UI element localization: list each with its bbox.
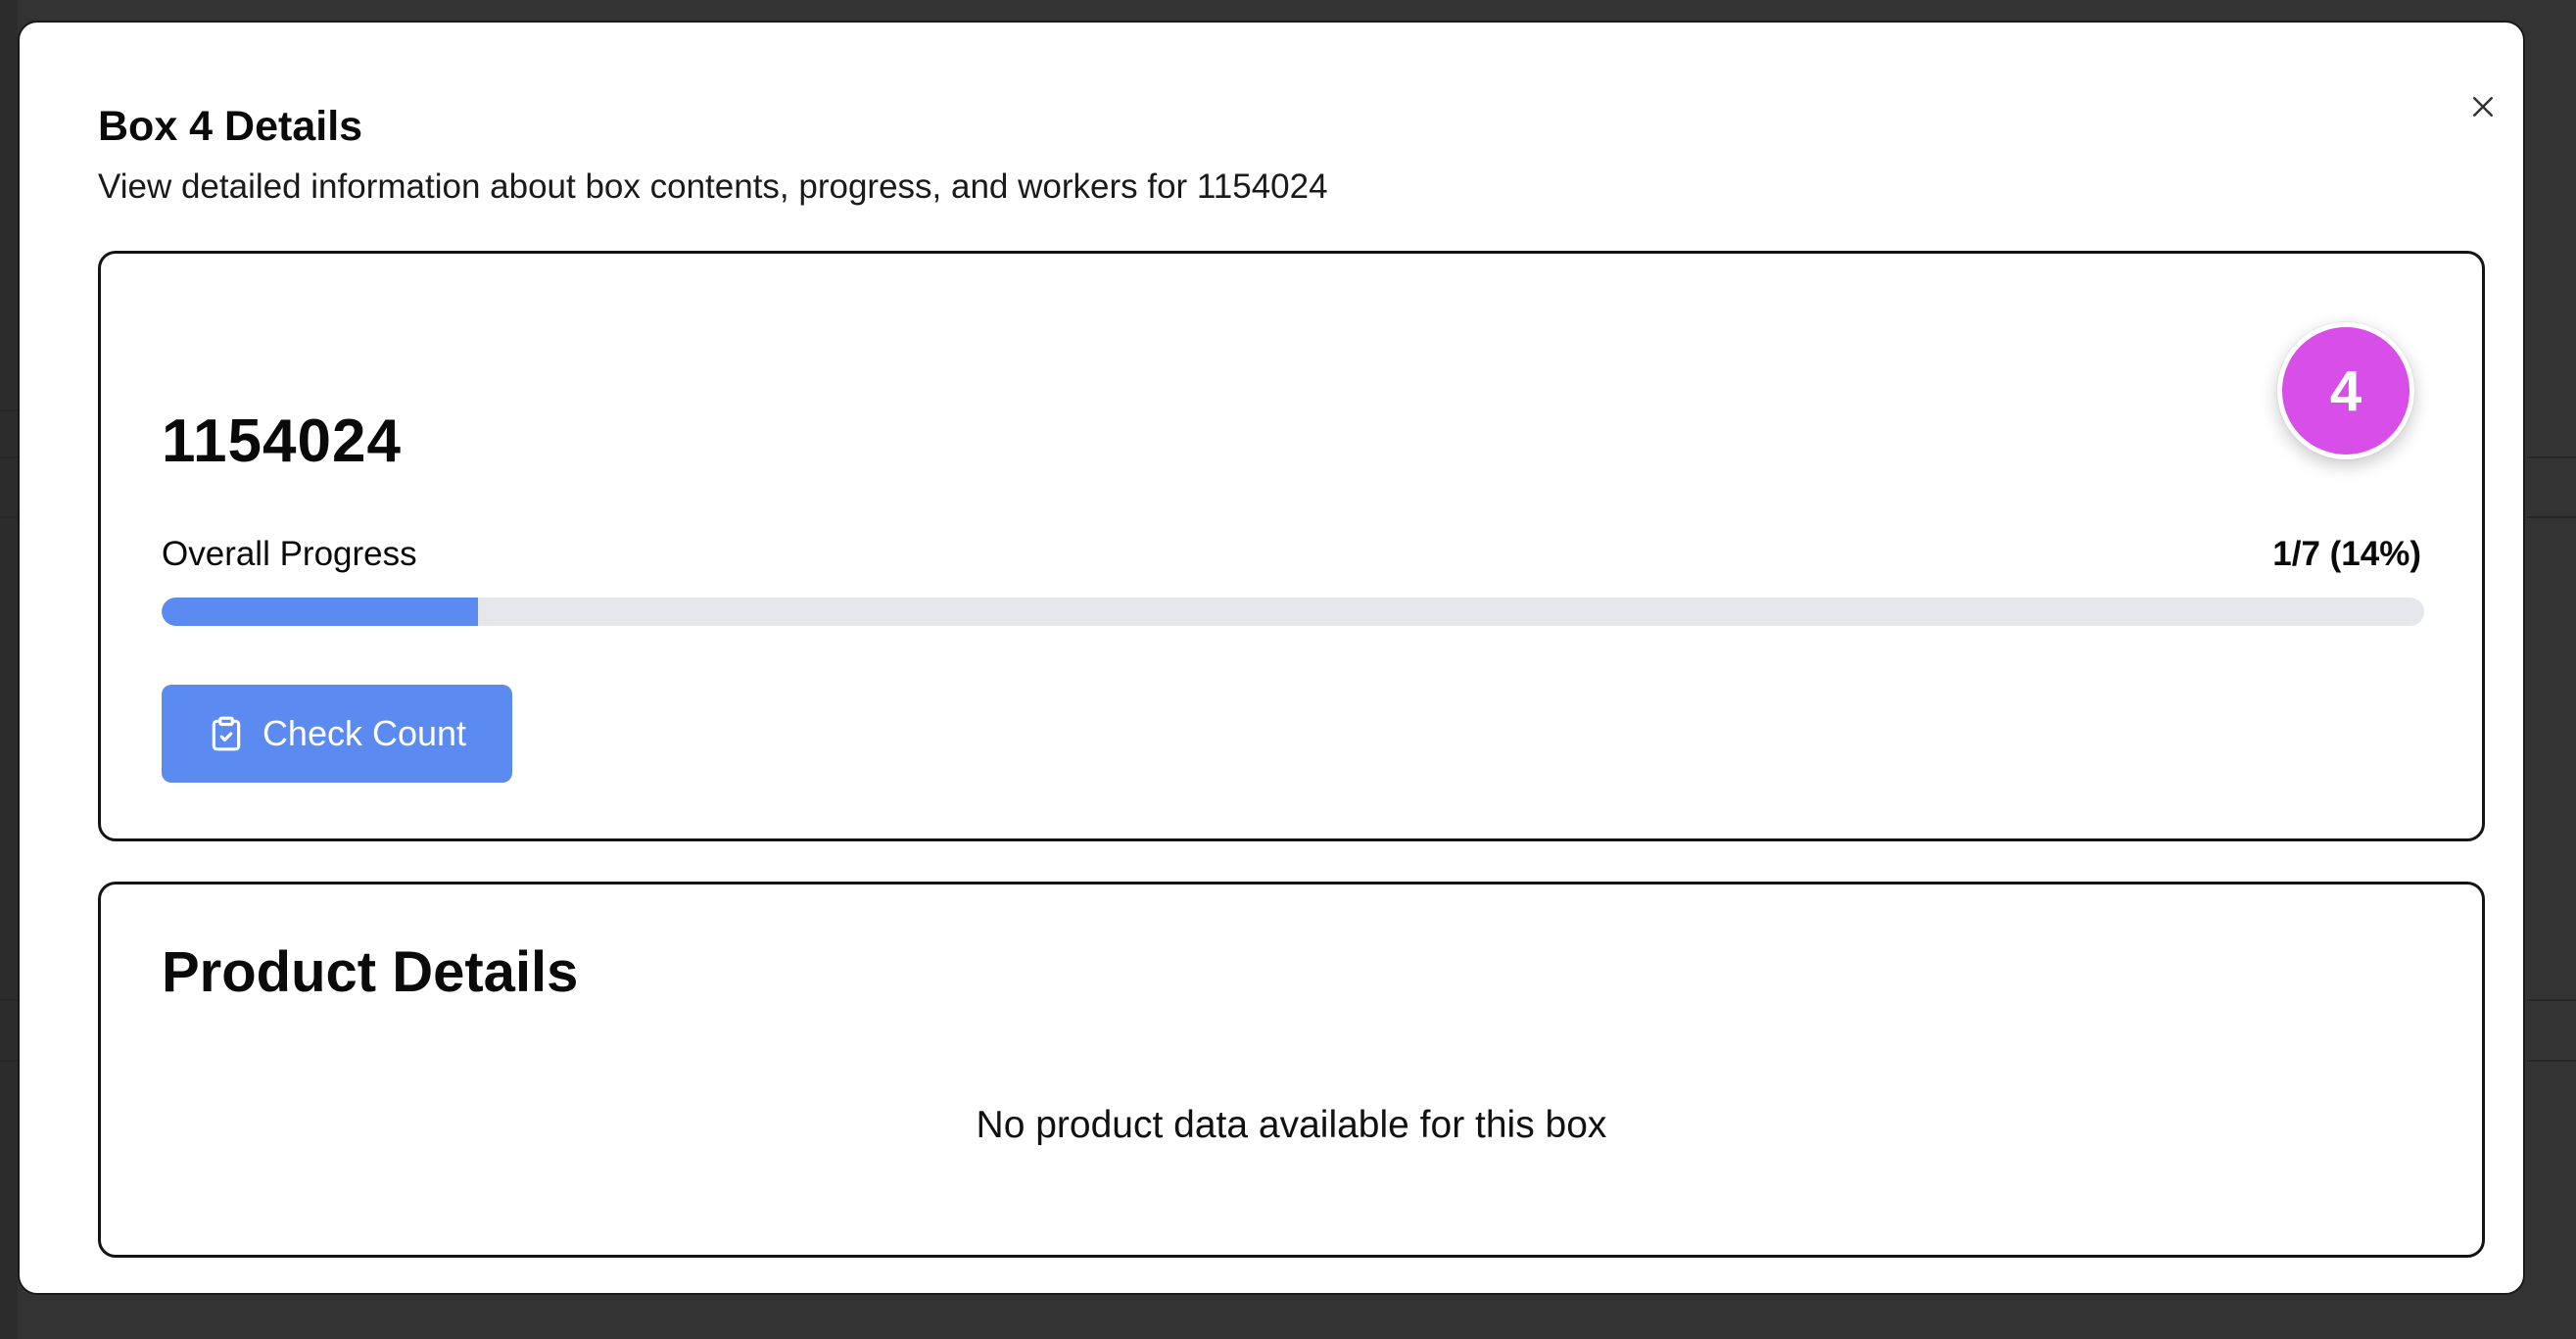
progress-bar [162, 598, 2424, 626]
modal-title: Box 4 Details [98, 103, 363, 150]
background-divider [2527, 999, 2576, 1001]
check-count-label: Check Count [262, 713, 467, 753]
background-divider [0, 409, 18, 411]
background-divider [0, 999, 18, 1001]
product-details-title: Product Details [162, 940, 579, 1004]
progress-bar-fill [162, 598, 479, 626]
background-divider [2527, 1060, 2576, 1062]
product-details-card: Product Details No product data availabl… [98, 882, 2485, 1258]
background-divider [0, 456, 18, 458]
box-details-modal: Box 4 Details View detailed information … [18, 21, 2525, 1295]
background-divider [0, 516, 18, 518]
background-divider [0, 1060, 18, 1062]
progress-label: Overall Progress [162, 535, 417, 573]
box-number-badge: 4 [2277, 322, 2414, 459]
box-summary-card: 1154024 4 Overall Progress 1/7 (14%) Che… [98, 251, 2485, 841]
empty-state-message: No product data available for this box [976, 1104, 1607, 1146]
progress-value: 1/7 (14%) [2272, 535, 2421, 573]
check-count-button[interactable]: Check Count [162, 685, 512, 783]
background-divider [2527, 516, 2576, 518]
clipboard-check-icon [212, 716, 241, 751]
close-button[interactable] [2456, 79, 2510, 134]
box-number: 1154024 [162, 407, 402, 475]
background-divider [2527, 456, 2576, 458]
background-page-left [0, 0, 18, 1339]
modal-subtitle: View detailed information about box cont… [98, 167, 1328, 206]
close-icon [2473, 97, 2493, 117]
